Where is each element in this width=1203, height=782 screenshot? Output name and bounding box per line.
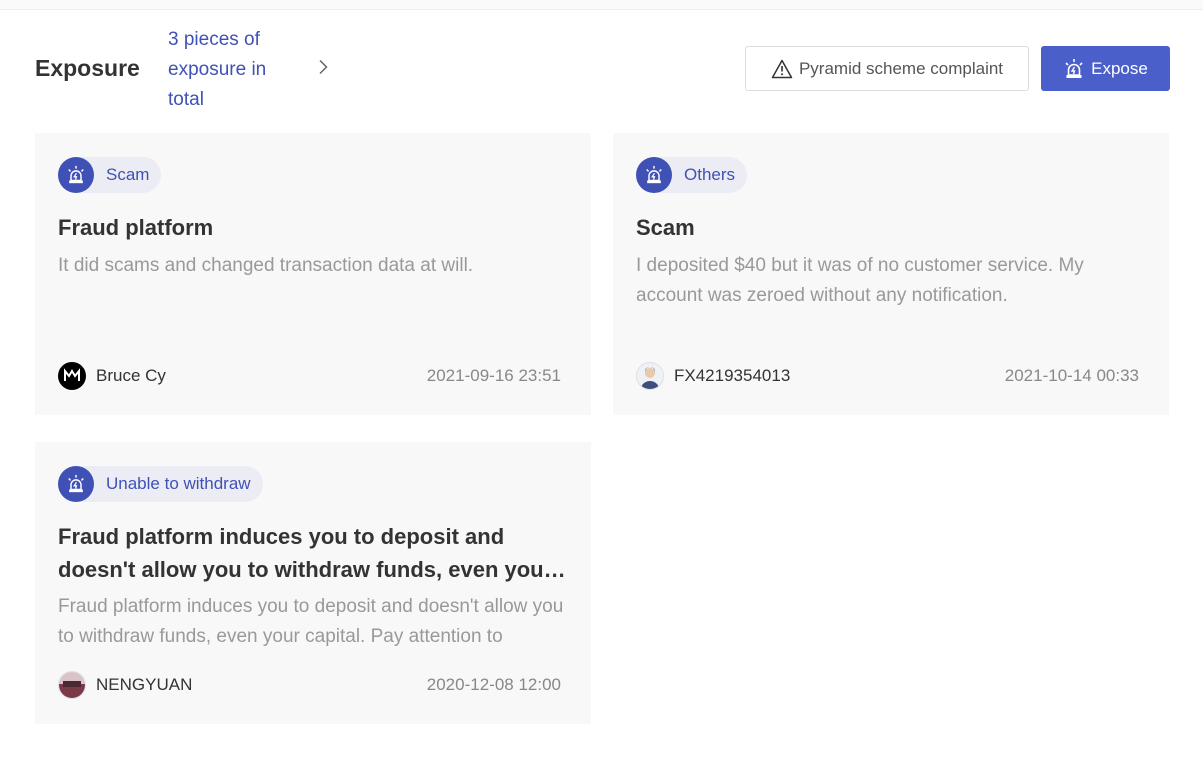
- exposure-card[interactable]: Others Scam I deposited $40 but it was o…: [613, 133, 1169, 415]
- card-description: I deposited $40 but it was of no custome…: [636, 255, 1084, 306]
- post-date: 2021-09-16 23:51: [426, 366, 561, 385]
- card-description: Fraud platform induces you to deposit an…: [58, 596, 564, 647]
- author-name: FX4219354013: [674, 366, 791, 385]
- post-date: 2021-10-14 00:33: [1004, 366, 1139, 385]
- category-tag-label: Others: [684, 165, 736, 184]
- exposure-card[interactable]: Scam Fraud platform It did scams and cha…: [35, 133, 591, 415]
- category-tag: Scam: [58, 157, 162, 193]
- expose-button[interactable]: Expose: [1041, 46, 1170, 91]
- m-logo-avatar-icon: [58, 362, 86, 390]
- exposure-count-link[interactable]: 3 pieces of exposure in total: [168, 25, 298, 115]
- expose-button-label: Expose: [1091, 58, 1148, 78]
- author-name: Bruce Cy: [96, 366, 166, 385]
- author-name: NENGYUAN: [96, 675, 193, 694]
- pyramid-scheme-complaint-button[interactable]: Pyramid scheme complaint: [745, 46, 1029, 91]
- siren-badge-icon: [636, 157, 672, 193]
- top-divider: [0, 0, 1203, 10]
- siren-icon: [1065, 58, 1083, 78]
- photo-avatar-icon: [58, 671, 86, 699]
- card-footer: NENGYUAN 2020-12-08 12:00: [58, 671, 561, 699]
- card-title: Scam: [636, 215, 695, 240]
- card-title: Fraud platform induces you to deposit an…: [58, 524, 553, 582]
- category-tag-label: Unable to withdraw: [106, 474, 251, 493]
- card-footer: Bruce Cy 2021-09-16 23:51: [58, 362, 561, 390]
- person-avatar-icon: [636, 362, 664, 390]
- siren-badge-icon: [58, 466, 94, 502]
- warning-icon: [771, 59, 793, 78]
- exposure-card[interactable]: Unable to withdraw Fraud platform induce…: [35, 442, 591, 724]
- category-tag-label: Scam: [106, 165, 150, 184]
- card-footer: FX4219354013 2021-10-14 00:33: [636, 362, 1139, 390]
- post-date: 2020-12-08 12:00: [426, 675, 561, 694]
- complaint-button-label: Pyramid scheme complaint: [798, 58, 1004, 78]
- category-tag: Others: [636, 157, 748, 193]
- page-title: Exposure: [35, 55, 140, 81]
- card-title: Fraud platform: [58, 215, 214, 240]
- siren-badge-icon: [58, 157, 94, 193]
- card-description: It did scams and changed transaction dat…: [58, 255, 474, 276]
- exposure-header: Exposure 3 pieces of exposure in total P…: [35, 25, 1170, 115]
- chevron-right-icon[interactable]: [315, 59, 331, 75]
- category-tag: Unable to withdraw: [58, 466, 263, 502]
